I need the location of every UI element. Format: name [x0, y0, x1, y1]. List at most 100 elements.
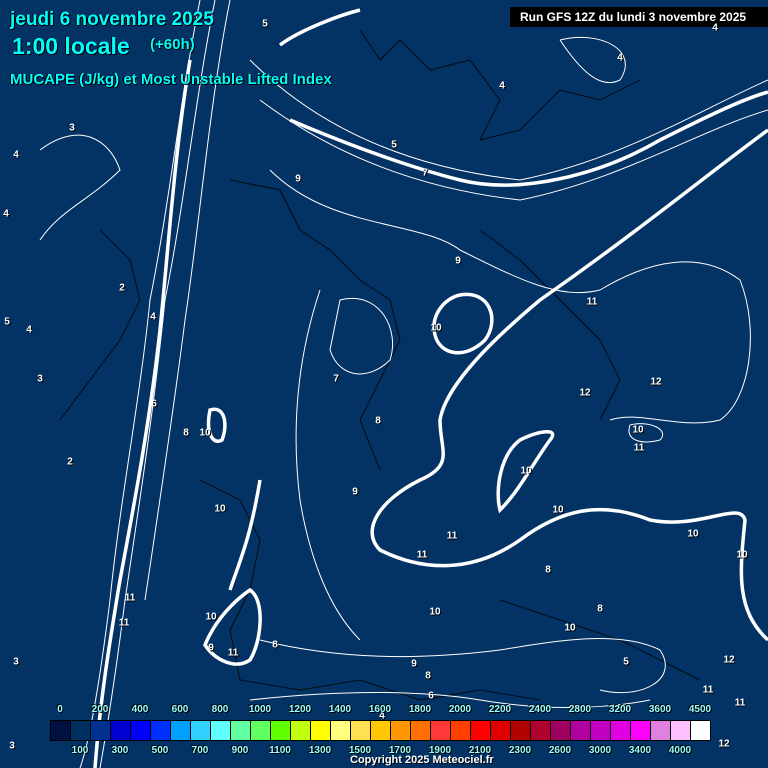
legend-tick-label: 1200 — [288, 704, 312, 715]
contour-label: 4 — [617, 52, 623, 64]
contour-label: 11 — [702, 684, 714, 696]
legend-swatch — [371, 721, 391, 740]
contour-label: 4 — [13, 149, 19, 161]
legend-tick-label: 300 — [111, 745, 129, 756]
contour-label: 8 — [272, 639, 278, 651]
legend-swatch — [411, 721, 431, 740]
legend-tick-label: 2200 — [488, 704, 512, 715]
legend-tick-label: 1400 — [328, 704, 352, 715]
forecast-date: jeudi 6 novembre 2025 — [10, 9, 214, 30]
thick-contours — [93, 8, 768, 768]
legend-tick-label: 2000 — [448, 704, 472, 715]
contour-label: 3 — [13, 656, 19, 668]
legend-swatch — [291, 721, 311, 740]
contour-label: 4 — [3, 208, 9, 220]
contour-label: 12 — [723, 654, 735, 666]
parameter-title: MUCAPE (J/kg) et Most Unstable Lifted In… — [10, 71, 332, 88]
contour-label: 5 — [4, 316, 10, 328]
contour-label: 11 — [416, 549, 428, 561]
contour-label: 11 — [124, 592, 136, 604]
legend-tick-label: 200 — [91, 704, 109, 715]
contour-label: 5 — [262, 18, 268, 30]
legend-tick-label: 1600 — [368, 704, 392, 715]
legend-swatch — [71, 721, 91, 740]
contour-label: 9 — [295, 173, 301, 185]
contour-label: 9 — [455, 255, 461, 267]
contour-label: 2 — [67, 456, 73, 468]
contour-label: 8 — [597, 603, 603, 615]
legend-swatch — [431, 721, 451, 740]
legend-swatch — [451, 721, 471, 740]
contour-label: 6 — [151, 398, 157, 410]
legend-swatch — [131, 721, 151, 740]
legend-tick-label: 100 — [71, 745, 89, 756]
run-info: Run GFS 12Z du lundi 3 novembre 2025 — [510, 7, 768, 27]
legend-swatch — [111, 721, 131, 740]
legend-tick-label: 1000 — [248, 704, 272, 715]
legend-tick-label: 2300 — [508, 745, 532, 756]
contour-label: 12 — [650, 376, 662, 388]
legend-swatch — [491, 721, 511, 740]
legend-swatch — [471, 721, 491, 740]
contour-label: 8 — [183, 427, 189, 439]
legend-tick-label: 1300 — [308, 745, 332, 756]
contour-label: 10 — [429, 606, 441, 618]
contour-label: 12 — [579, 387, 591, 399]
contour-label: 11 — [734, 697, 746, 709]
contour-label: 10 — [564, 622, 576, 634]
contour-label: 10 — [199, 427, 211, 439]
legend-swatch — [671, 721, 691, 740]
legend-tick-label: 4500 — [688, 704, 712, 715]
legend-swatch — [531, 721, 551, 740]
contour-label: 11 — [446, 530, 458, 542]
contour-label: 4 — [26, 324, 32, 336]
legend-swatch — [591, 721, 611, 740]
contour-label: 10 — [632, 424, 644, 436]
legend-tick-label: 800 — [211, 704, 229, 715]
legend-tick-label: 3400 — [628, 745, 652, 756]
contour-label: 7 — [333, 373, 339, 385]
contour-label: 10 — [552, 504, 564, 516]
legend-swatch — [691, 721, 710, 740]
contour-label: 10 — [205, 611, 217, 623]
legend-swatch — [91, 721, 111, 740]
legend-tick-label: 2400 — [528, 704, 552, 715]
contour-label: 10 — [214, 503, 226, 515]
contour-label: 11 — [633, 442, 645, 454]
legend-swatch — [551, 721, 571, 740]
copyright: Copyright 2025 Meteociel.fr — [350, 754, 494, 766]
legend-swatch — [611, 721, 631, 740]
contour-label: 11 — [586, 296, 598, 308]
contour-label: 4 — [150, 311, 156, 323]
contour-label: 10 — [520, 465, 532, 477]
legend-swatch — [51, 721, 71, 740]
legend-swatch — [151, 721, 171, 740]
legend-tick-label: 3200 — [608, 704, 632, 715]
legend-swatch — [271, 721, 291, 740]
legend-swatch — [171, 721, 191, 740]
contour-label: 11 — [227, 647, 239, 659]
legend-tick-label: 900 — [231, 745, 249, 756]
legend-swatch — [651, 721, 671, 740]
legend-tick-label: 3000 — [588, 745, 612, 756]
contour-label: 3 — [9, 740, 15, 752]
contour-label: 9 — [411, 658, 417, 670]
contour-label: 6 — [428, 690, 434, 702]
legend-swatch — [631, 721, 651, 740]
legend-tick-label: 1100 — [269, 745, 291, 756]
contour-label: 12 — [718, 738, 730, 750]
legend-tick-label: 700 — [191, 745, 209, 756]
contour-label: 10 — [736, 549, 748, 561]
legend-swatch — [571, 721, 591, 740]
contour-label: 4 — [712, 22, 718, 34]
legend-tick-label: 600 — [171, 704, 189, 715]
contour-label: 3 — [69, 122, 75, 134]
legend-tick-label: 1800 — [408, 704, 432, 715]
contour-label: 10 — [430, 322, 442, 334]
legend-swatch — [311, 721, 331, 740]
legend-tick-label: 500 — [151, 745, 169, 756]
legend-swatch — [191, 721, 211, 740]
legend-tick-label: 400 — [131, 704, 149, 715]
contour-label: 8 — [375, 415, 381, 427]
contour-label: 5 — [623, 656, 629, 668]
